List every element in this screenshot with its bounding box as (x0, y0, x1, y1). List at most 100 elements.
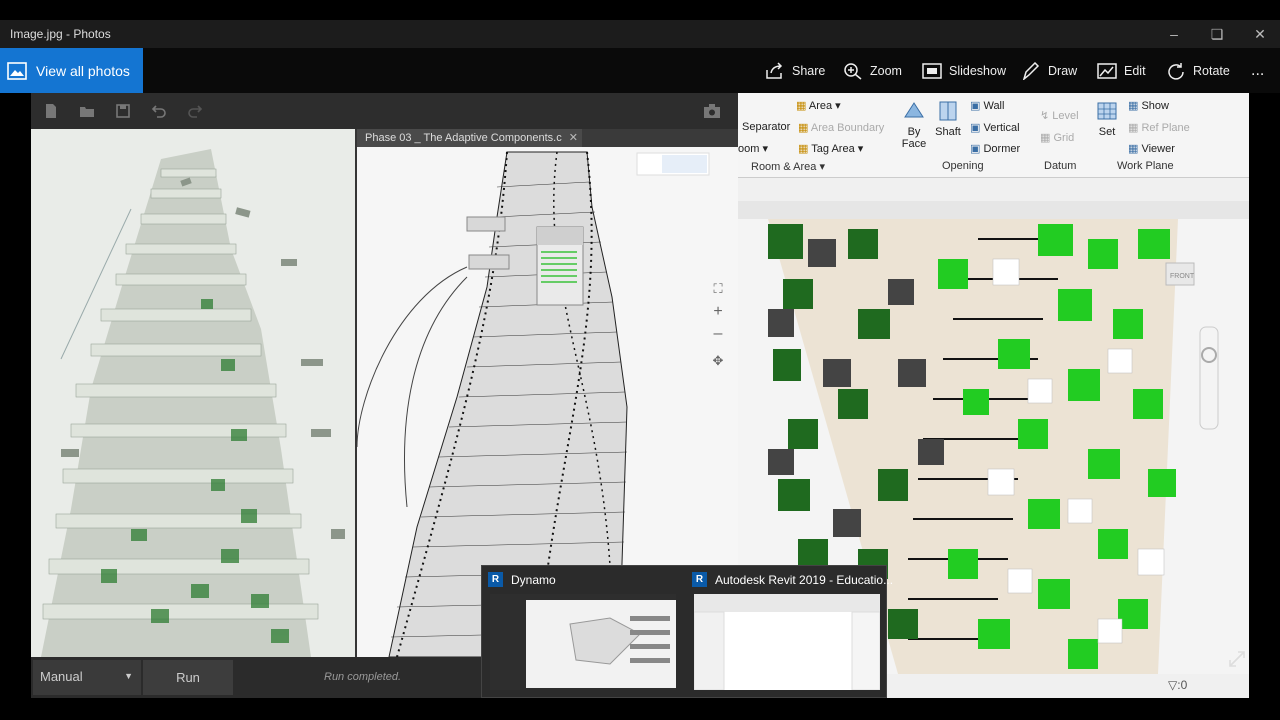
area-label: Area (808, 100, 833, 112)
open-file-icon[interactable] (79, 103, 95, 119)
workspace-tab-title: Phase 03 _ The Adaptive Components.c (365, 132, 562, 144)
area-boundary-label: Area Boundary (810, 122, 885, 134)
share-button[interactable]: Share (765, 60, 825, 82)
view-scrollbar-header (738, 201, 1249, 219)
show-label: Show (1141, 100, 1169, 112)
wall-opening-button[interactable]: ▣ Wall (970, 99, 1004, 112)
by-face-icon (904, 102, 924, 118)
revit-logo-icon: R (488, 572, 503, 587)
ref-plane-button[interactable]: ▦ Ref Plane (1128, 121, 1190, 134)
canvas-tab-bar: Phase 03 _ The Adaptive Components.c ✕ (357, 129, 738, 147)
slideshow-label: Slideshow (949, 64, 1006, 78)
photos-icon (7, 61, 27, 80)
revit-ribbon: ▦ Area ▾ Separator ▦ Area Boundary oom ▾… (738, 93, 1249, 178)
share-icon (766, 62, 783, 79)
filter-icon[interactable]: ▽:0 (1168, 678, 1187, 692)
by-face-button[interactable]: By Face (901, 99, 927, 150)
room-area-group-label: Room & Area (751, 161, 817, 173)
run-button[interactable]: Run (143, 660, 233, 695)
draw-button[interactable]: Draw (1021, 60, 1077, 82)
zoom-extents-button[interactable]: ⛶ (707, 281, 729, 303)
dormer-label: Dormer (983, 143, 1021, 155)
area-button[interactable]: ▦ Area ▾ (796, 99, 841, 112)
level-button[interactable]: ↯ Level (1040, 109, 1079, 122)
ref-plane-label: Ref Plane (1141, 122, 1190, 134)
restore-button[interactable]: ❏ (1197, 23, 1237, 45)
more-options-button[interactable]: ... (1251, 60, 1264, 82)
grid-button[interactable]: ▦ Grid (1040, 131, 1074, 144)
view-all-photos-label: View all photos (36, 62, 130, 79)
slideshow-button[interactable]: Slideshow (922, 60, 1006, 82)
close-tab-icon[interactable]: ✕ (569, 132, 578, 144)
set-label: Set (1098, 126, 1116, 138)
camera-icon[interactable] (703, 103, 721, 119)
view-all-photos-button[interactable]: View all photos (0, 48, 143, 93)
rotate-button[interactable]: Rotate (1166, 60, 1230, 82)
area-boundary-button[interactable]: ▦ Area Boundary (798, 121, 884, 134)
zoom-label: Zoom (870, 64, 902, 78)
photos-title-bar: Image.jpg - Photos – ❏ ✕ (0, 20, 1280, 48)
vertical-label: Vertical (983, 122, 1020, 134)
viewer-button[interactable]: ▦ Viewer (1128, 142, 1175, 155)
fullscreen-expand-icon[interactable] (1226, 648, 1248, 670)
shaft-button[interactable]: Shaft (933, 99, 963, 138)
viewer-label: Viewer (1141, 143, 1175, 155)
chevron-down-icon: ▼ (124, 671, 133, 681)
canvas-navigation-controls: ⛶ + – ✥ (707, 281, 729, 381)
shaft-icon (939, 101, 957, 121)
dynamo-thumbnail-title: Dynamo (511, 572, 556, 587)
separator-button[interactable]: Separator (742, 121, 790, 133)
level-label: Level (1052, 110, 1079, 122)
more-label: ... (1251, 62, 1265, 79)
wall-label: Wall (983, 100, 1005, 112)
filter-count: :0 (1177, 678, 1188, 692)
close-button[interactable]: ✕ (1240, 23, 1280, 45)
zoom-in-button[interactable]: + (707, 303, 729, 325)
show-work-plane-button[interactable]: ▦ Show (1128, 99, 1169, 112)
zoom-out-button[interactable]: – (707, 325, 729, 347)
revit-thumbnail-title: Autodesk Revit 2019 - Educatio... (715, 572, 894, 587)
redo-icon[interactable] (187, 103, 203, 119)
undo-icon[interactable] (151, 103, 167, 119)
work-plane-grid-icon (1097, 102, 1117, 120)
share-label: Share (792, 64, 826, 78)
dynamo-toolbar (31, 93, 738, 129)
workspace-tab[interactable]: Phase 03 _ The Adaptive Components.c ✕ (357, 129, 582, 147)
edit-label: Edit (1124, 64, 1146, 78)
dynamo-thumbnail-preview (490, 594, 676, 690)
draw-icon (1022, 62, 1040, 80)
new-file-icon[interactable] (43, 103, 59, 119)
run-mode-dropdown[interactable]: Manual ▼ (33, 660, 141, 695)
run-status-text: Run completed. (324, 671, 402, 683)
room-button[interactable]: oom ▾ (738, 142, 768, 155)
run-mode-value: Manual (40, 669, 83, 684)
set-work-plane-button[interactable]: Set (1094, 99, 1120, 138)
edit-icon (1097, 63, 1117, 79)
draw-label: Draw (1048, 64, 1078, 78)
tag-area-label: Tag Area (811, 143, 855, 155)
view-cube-label[interactable]: FRONT (1170, 273, 1195, 280)
room-area-group[interactable]: Room & Area ▾ (751, 160, 825, 173)
window-title: Image.jpg - Photos (10, 27, 111, 41)
opening-group-label: Opening (942, 160, 984, 172)
rotate-label: Rotate (1193, 64, 1230, 78)
photos-toolbar: View all photos Share Zoom Slideshow Dra… (0, 48, 1280, 93)
edit-button[interactable]: Edit (1097, 60, 1146, 82)
vertical-opening-button[interactable]: ▣ Vertical (970, 121, 1020, 134)
room-label: oom (738, 143, 760, 155)
library-panel-image (31, 129, 355, 657)
zoom-icon (844, 63, 862, 80)
revit-thumbnail[interactable]: R Autodesk Revit 2019 - Educatio... (686, 566, 893, 699)
save-icon[interactable] (115, 103, 131, 119)
dormer-button[interactable]: ▣ Dormer (970, 142, 1020, 155)
minimize-button[interactable]: – (1154, 23, 1194, 45)
zoom-button[interactable]: Zoom (843, 60, 902, 82)
taskbar-thumbnail-popup: R Dynamo R Autodesk Revit 2019 - Educatio.… (481, 565, 893, 699)
dynamo-thumbnail[interactable]: R Dynamo (482, 566, 682, 699)
work-plane-group-label: Work Plane (1117, 160, 1174, 172)
rotate-icon (1168, 63, 1184, 80)
tag-area-button[interactable]: ▦ Tag Area ▾ (798, 142, 863, 155)
pan-button[interactable]: ✥ (707, 353, 729, 379)
grid-label: Grid (1053, 132, 1075, 144)
tower-render-image (31, 129, 355, 657)
